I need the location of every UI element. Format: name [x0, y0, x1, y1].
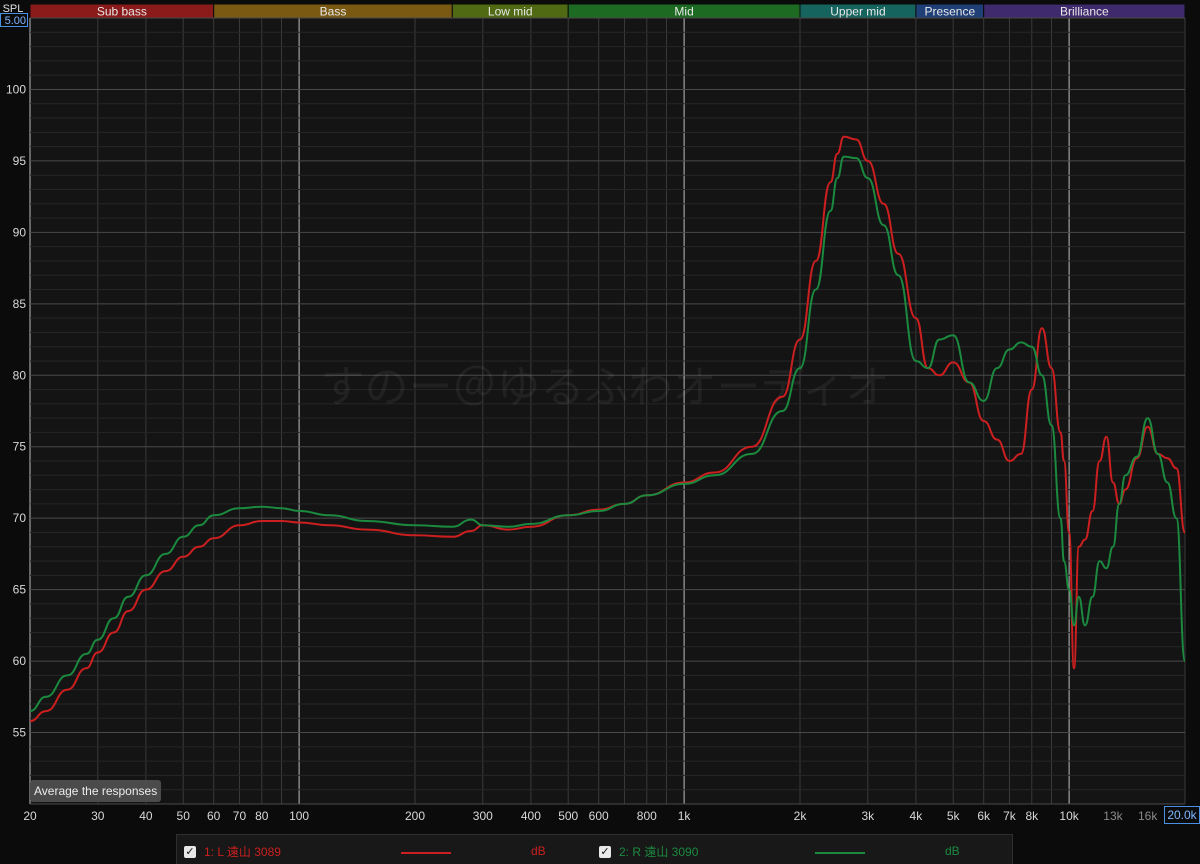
y-tick-label: 60: [13, 654, 27, 668]
legend-name-left: 1: L 遠山 3089: [204, 845, 281, 859]
x-tick-label: 5k: [947, 809, 961, 823]
y-tick-label: 75: [13, 440, 27, 454]
x-tick-label: 2k: [794, 809, 808, 823]
y-tick-label: 100: [6, 82, 26, 96]
x-tick-label: 100: [289, 809, 309, 823]
x-tick-label: 300: [473, 809, 493, 823]
x-tick-label: 800: [637, 809, 657, 823]
band-label: Low mid: [488, 5, 533, 19]
x-tick-label: 500: [558, 809, 578, 823]
x-tick-label: 40: [139, 809, 153, 823]
x-tick-label: 400: [521, 809, 541, 823]
x-max-input[interactable]: 20.0k: [1164, 806, 1200, 824]
x-tick-label: 4k: [910, 809, 924, 823]
legend-checkbox-left[interactable]: ✓: [184, 845, 196, 858]
x-tick-label: 600: [589, 809, 609, 823]
legend-name-right: 2: R 遠山 3090: [619, 845, 699, 859]
x-tick-label: 80: [255, 809, 269, 823]
x-tick-label: 200: [405, 809, 425, 823]
x-tick-label: 16k: [1138, 809, 1158, 823]
y-tick-label: 70: [13, 511, 27, 525]
band-label: Upper mid: [830, 5, 885, 19]
x-tick-label: 10k: [1059, 809, 1079, 823]
average-responses-button[interactable]: Average the responses: [30, 780, 162, 802]
x-tick-label: 8k: [1025, 809, 1039, 823]
legend-unit-right: dB: [945, 844, 960, 858]
band-label: Bass: [320, 5, 347, 19]
legend-checkbox-right[interactable]: ✓: [599, 845, 611, 858]
legend-panel: ✓ 1: L 遠山 3089 dB ✓ 2: R 遠山 3090 dB: [176, 834, 1013, 864]
x-axis-ticks: 20 30 40 50 60 70 80 100 200 300 400 500 600 800 1k 2k 3…: [23, 809, 1158, 823]
watermark: すのー＠ゆるふわオーディオ: [321, 362, 890, 413]
y-tick-label: 90: [13, 225, 27, 239]
legend-swatch-right: [815, 852, 865, 854]
x-tick-label: 60: [207, 809, 221, 823]
x-tick-label: 50: [177, 809, 191, 823]
x-tick-label: 7k: [1003, 809, 1017, 823]
legend-item-right[interactable]: ✓ 2: R 遠山 3090: [599, 843, 698, 860]
y-axis-ticks: 55 60 65 70 75 80 85 90 95 100: [6, 82, 26, 739]
x-tick-label: 1k: [678, 809, 692, 823]
x-tick-label: 3k: [861, 809, 875, 823]
frequency-band-bar: Sub bass Bass Low mid Mid Upper mid Presence B…: [29, 3, 1186, 19]
frequency-response-chart[interactable]: Sub bass Bass Low mid Mid Upper mid Presence B…: [0, 0, 1200, 864]
band-label: Mid: [674, 5, 693, 19]
legend-unit-left: dB: [531, 844, 546, 858]
band-label: Presence: [924, 5, 975, 19]
y-tick-label: 65: [13, 583, 27, 597]
x-tick-label: 6k: [977, 809, 991, 823]
band-label: Brilliance: [1060, 5, 1109, 19]
y-tick-label: 85: [13, 297, 27, 311]
x-tick-label: 13k: [1103, 809, 1123, 823]
x-tick-label: 70: [233, 809, 247, 823]
band-label: Sub bass: [97, 5, 147, 19]
y-tick-label: 55: [13, 726, 27, 740]
x-tick-label: 20: [23, 809, 37, 823]
y-max-input[interactable]: 5.00: [0, 13, 28, 27]
y-tick-label: 80: [13, 368, 27, 382]
legend-item-left[interactable]: ✓ 1: L 遠山 3089: [184, 843, 281, 860]
legend-swatch-left: [401, 852, 451, 854]
x-tick-label: 30: [91, 809, 105, 823]
y-tick-label: 95: [13, 154, 27, 168]
